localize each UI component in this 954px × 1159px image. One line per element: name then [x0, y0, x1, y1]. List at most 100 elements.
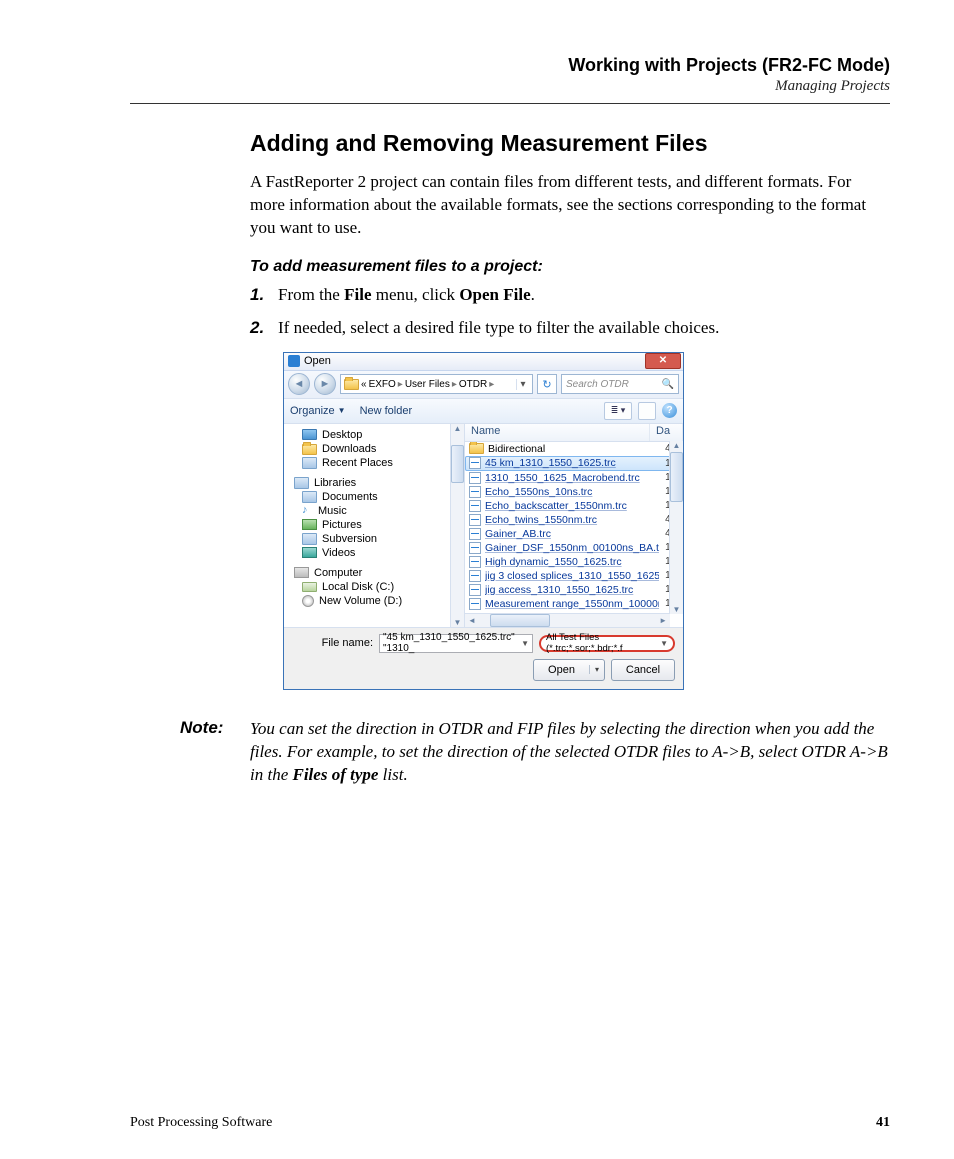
scroll-up-icon[interactable]: ▲ [673, 441, 681, 450]
subversion-icon [302, 533, 317, 545]
refresh-button[interactable]: ↻ [537, 374, 557, 394]
folder-icon [302, 444, 317, 455]
nav-libraries[interactable]: Libraries [284, 476, 464, 490]
file-row[interactable]: jig 3 closed splices_1310_1550_1625.trc1… [465, 569, 683, 583]
cancel-button[interactable]: Cancel [611, 659, 675, 681]
close-button[interactable]: ✕ [645, 353, 681, 369]
nav-pictures[interactable]: Pictures [284, 518, 464, 532]
nav-videos[interactable]: Videos [284, 546, 464, 560]
file-name: Gainer_DSF_1550nm_00100ns_BA.trc [485, 542, 659, 554]
filetype-dropdown[interactable]: All Test Files (*.trc;*.sor;*.bdr;*.f ▼ [539, 635, 675, 652]
back-button[interactable]: ◄ [288, 373, 310, 395]
nav-computer[interactable]: Computer [284, 566, 464, 580]
search-input[interactable]: Search OTDR 🔍 [561, 374, 679, 394]
step-1-text: From the File menu, click Open File. [278, 284, 890, 307]
nav-recent-places[interactable]: Recent Places [284, 456, 464, 470]
column-name[interactable]: Name [465, 424, 650, 441]
file-row[interactable]: 45 km_1310_1550_1625.trc12/ [465, 456, 683, 471]
nav-downloads[interactable]: Downloads [284, 442, 464, 456]
filelist-hscroll-thumb[interactable] [490, 614, 550, 627]
file-row[interactable]: jig access_1310_1550_1625.trc12/ [465, 583, 683, 597]
scroll-up-icon[interactable]: ▲ [454, 424, 462, 433]
scroll-down-icon[interactable]: ▼ [673, 605, 681, 614]
address-bar[interactable]: « EXFO ▸ User Files ▸ OTDR ▸ ▾ [340, 374, 533, 394]
nav-desktop[interactable]: Desktop [284, 428, 464, 442]
trc-file-icon [469, 584, 481, 596]
music-icon: ♪ [302, 505, 313, 516]
dialog-titlebar[interactable]: Open ✕ [284, 353, 683, 371]
trc-file-icon [469, 486, 481, 498]
pictures-icon [302, 519, 317, 530]
scroll-right-icon[interactable]: ► [659, 616, 667, 625]
dialog-title: Open [304, 355, 331, 367]
header-rule [130, 103, 890, 104]
file-list-header[interactable]: Name Da [465, 424, 683, 442]
file-name: Bidirectional [488, 443, 659, 455]
note-body: You can set the direction in OTDR and FI… [250, 718, 890, 787]
file-row[interactable]: Bidirectional4/2 [465, 442, 683, 456]
file-row[interactable]: Measurement range_1550nm_10000ns.trc12/ [465, 597, 683, 611]
computer-icon [294, 567, 309, 578]
file-name: Echo_1550ns_10ns.trc [485, 486, 659, 498]
filetype-value: All Test Files (*.trc;*.sor;*.bdr;*.f [546, 632, 660, 654]
preview-pane-button[interactable] [638, 402, 656, 420]
nav-subversion[interactable]: Subversion [284, 532, 464, 546]
file-row[interactable]: Gainer_AB.trc4/2 [465, 527, 683, 541]
file-name: Measurement range_1550nm_10000ns.trc [485, 598, 659, 610]
column-date[interactable]: Da [650, 424, 683, 441]
filelist-hscrollbar[interactable]: ◄ ► [465, 613, 670, 627]
recent-icon [302, 457, 317, 469]
breadcrumb-otdr[interactable]: OTDR [459, 379, 487, 390]
scroll-left-icon[interactable]: ◄ [468, 616, 476, 625]
forward-button[interactable]: ► [314, 373, 336, 395]
organize-button[interactable]: Organize▼ [290, 405, 346, 417]
file-row[interactable]: 1310_1550_1625_Macrobend.trc12/ [465, 471, 683, 485]
close-icon: ✕ [659, 356, 667, 366]
file-name: 1310_1550_1625_Macrobend.trc [485, 472, 659, 484]
nav-row: ◄ ► « EXFO ▸ User Files ▸ OTDR ▸ ▾ [284, 371, 683, 399]
file-list-pane: Name Da Bidirectional4/245 km_1310_1550_… [465, 424, 683, 627]
breadcrumb-exfo[interactable]: EXFO [369, 379, 396, 390]
filelist-vscrollbar[interactable]: ▲ ▼ [669, 441, 683, 614]
filelist-vscroll-thumb[interactable] [670, 452, 683, 502]
view-mode-button[interactable]: ≣ ▾ [604, 402, 632, 420]
chapter-title: Working with Projects (FR2-FC Mode) [130, 55, 890, 76]
trc-file-icon [469, 472, 481, 484]
drive-icon [302, 582, 317, 592]
file-row[interactable]: Echo_twins_1550nm.trc4/2 [465, 513, 683, 527]
nav-music[interactable]: ♪Music [284, 504, 464, 518]
navpane-scrollbar[interactable]: ▲ ▼ [450, 424, 464, 627]
trc-file-icon [469, 570, 481, 582]
file-row[interactable]: Gainer_DSF_1550nm_00100ns_BA.trc12/ [465, 541, 683, 555]
step-2-text: If needed, select a desired file type to… [278, 317, 890, 340]
nav-documents[interactable]: Documents [284, 490, 464, 504]
step-2-number: 2. [250, 317, 278, 340]
nav-new-volume-d[interactable]: New Volume (D:) [284, 594, 464, 608]
drive-icon [302, 595, 314, 607]
videos-icon [302, 547, 317, 558]
note-label: Note: [130, 718, 250, 787]
search-icon: 🔍 [662, 379, 674, 390]
trc-file-icon [469, 500, 481, 512]
open-button[interactable]: Open ▾ [533, 659, 605, 681]
file-row[interactable]: Echo_backscatter_1550nm.trc12/ [465, 499, 683, 513]
file-row[interactable]: High dynamic_1550_1625.trc12/ [465, 555, 683, 569]
file-row[interactable]: Echo_1550ns_10ns.trc12/ [465, 485, 683, 499]
new-folder-button[interactable]: New folder [360, 405, 413, 417]
file-name: Echo_backscatter_1550nm.trc [485, 500, 659, 512]
filename-input[interactable]: "45 km_1310_1550_1625.trc" "1310_ ▼ [379, 634, 533, 653]
file-name: Gainer_AB.trc [485, 528, 659, 540]
chevron-down-icon[interactable]: ▼ [660, 639, 668, 648]
step-2: 2. If needed, select a desired file type… [250, 317, 890, 340]
open-split-dropdown[interactable]: ▾ [589, 665, 604, 674]
file-list-body: Bidirectional4/245 km_1310_1550_1625.trc… [465, 442, 683, 611]
address-dropdown-icon[interactable]: ▾ [516, 379, 529, 390]
help-button[interactable]: ? [662, 403, 677, 418]
file-name: High dynamic_1550_1625.trc [485, 556, 659, 568]
nav-local-disk-c[interactable]: Local Disk (C:) [284, 580, 464, 594]
navpane-scroll-thumb[interactable] [451, 445, 464, 483]
breadcrumb-userfiles[interactable]: User Files [405, 379, 450, 390]
page-heading: Adding and Removing Measurement Files [250, 130, 890, 157]
scroll-down-icon[interactable]: ▼ [454, 618, 462, 627]
chevron-down-icon[interactable]: ▼ [521, 639, 529, 648]
